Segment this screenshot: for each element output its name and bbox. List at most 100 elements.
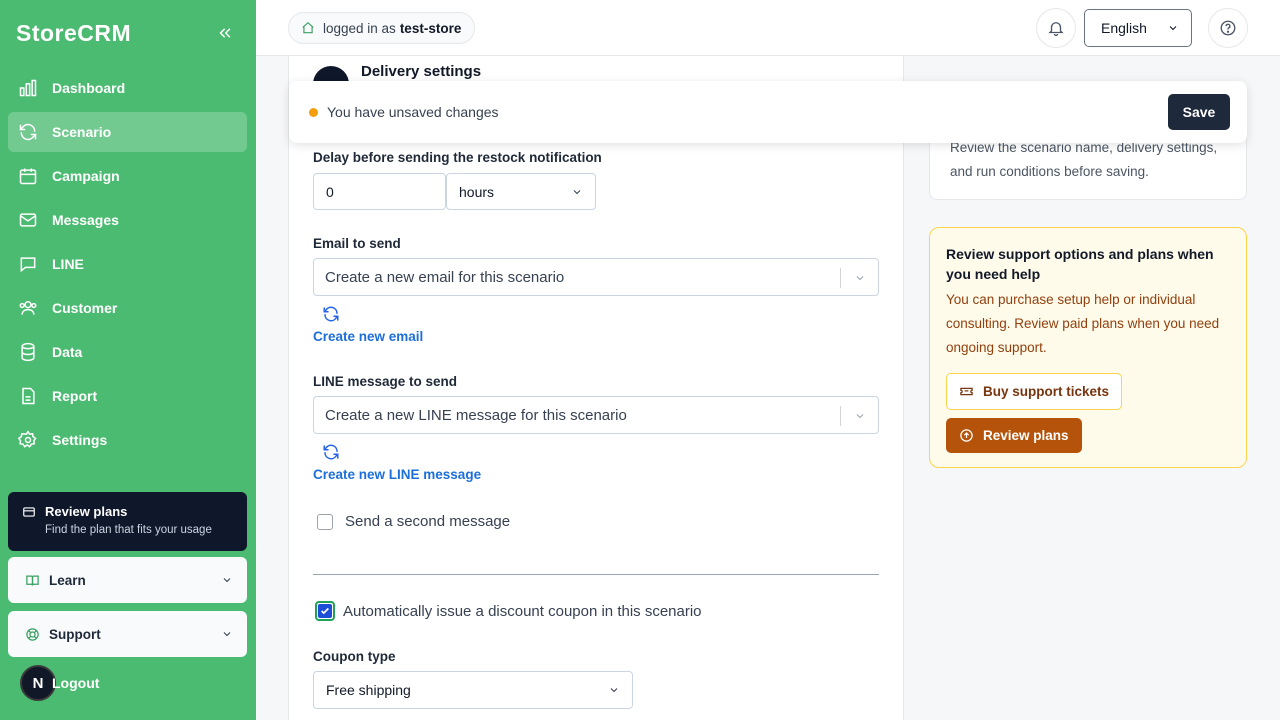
- sidebar-item-label: Data: [52, 344, 83, 360]
- collapse-sidebar-icon[interactable]: [216, 24, 234, 42]
- mail-icon: [19, 213, 37, 227]
- ticket-icon: [960, 387, 973, 396]
- chevron-down-icon: [856, 276, 864, 281]
- topbar: logged in as test-store English: [256, 0, 1280, 56]
- promo-subtitle: Find the plan that fits your usage: [45, 524, 212, 536]
- support-accordion[interactable]: Support: [8, 611, 247, 657]
- sidebar-item-campaign[interactable]: Campaign: [8, 156, 247, 196]
- chevron-down-icon: [223, 578, 231, 583]
- sidebar-item-customer[interactable]: Customer: [8, 288, 247, 328]
- line-select[interactable]: Create a new LINE message for this scena…: [313, 396, 879, 434]
- support-card: Review support options and plans when yo…: [929, 227, 1247, 468]
- delay-unit-value: hours: [459, 183, 495, 200]
- database-icon: [21, 342, 35, 362]
- delay-label: Delay before sending the restock notific…: [313, 150, 602, 165]
- lifebuoy-icon: [26, 627, 39, 641]
- sidebar-item-label: Campaign: [52, 168, 120, 184]
- sidebar-item-data[interactable]: Data: [8, 332, 247, 372]
- users-icon: [19, 301, 37, 315]
- chevron-down-icon: [573, 189, 581, 194]
- email-label: Email to send: [313, 236, 401, 251]
- logout-button[interactable]: N Logout: [20, 665, 99, 701]
- second-message-label: Send a second message: [345, 513, 511, 530]
- second-message-checkbox[interactable]: Send a second message: [317, 513, 510, 530]
- checkbox-box-checked[interactable]: [315, 601, 335, 621]
- unsaved-changes-bar: You have unsaved changes Save: [289, 81, 1247, 143]
- sidebar-item-messages[interactable]: Messages: [8, 200, 247, 240]
- store-indicator[interactable]: logged in as test-store: [288, 12, 476, 44]
- summary-text: Review the scenario name, delivery setti…: [950, 140, 1218, 179]
- save-button[interactable]: Save: [1168, 94, 1230, 130]
- coupon-type-select[interactable]: Free shipping: [313, 671, 633, 709]
- language-value: English: [1101, 20, 1147, 36]
- learn-label: Learn: [49, 572, 86, 588]
- create-line-link[interactable]: Create new LINE message: [313, 467, 481, 482]
- sidebar-item-label: Scenario: [52, 124, 112, 140]
- sidebar-item-label: Settings: [52, 432, 108, 448]
- book-icon: [26, 575, 39, 586]
- chevron-down-icon: [223, 632, 231, 637]
- chevron-down-icon: [610, 688, 618, 693]
- credit-card-icon: [23, 506, 35, 517]
- notifications-button[interactable]: [1036, 8, 1076, 48]
- line-select-value: Create a new LINE message for this scena…: [325, 406, 627, 424]
- gear-icon: [18, 430, 37, 448]
- chevron-down-icon: [856, 414, 864, 419]
- logout-label: Logout: [52, 675, 100, 691]
- support-card-title: Review support options and plans when yo…: [946, 246, 1214, 282]
- bar-chart-icon: [19, 79, 37, 97]
- sidebar-item-scenario[interactable]: Scenario: [8, 112, 247, 152]
- review-plans-promo[interactable]: Review plans Find the plan that fits you…: [8, 492, 247, 551]
- line-label: LINE message to send: [313, 374, 458, 389]
- sidebar-item-label: Messages: [52, 212, 119, 228]
- sidebar-item-label: Customer: [52, 300, 118, 316]
- sidebar-item-label: Report: [52, 388, 98, 404]
- help-button[interactable]: [1208, 8, 1248, 48]
- buy-tickets-label: Buy support tickets: [983, 384, 1110, 399]
- coupon-type-label: Coupon type: [313, 649, 396, 664]
- support-label: Support: [49, 626, 101, 642]
- sidebar-item-label: Dashboard: [52, 80, 126, 96]
- sidebar-item-label: LINE: [52, 256, 84, 272]
- review-plans-button[interactable]: Review plans: [946, 418, 1082, 453]
- status-dot: [309, 107, 318, 117]
- avatar: N: [20, 665, 56, 701]
- select-divider: [840, 268, 841, 288]
- refresh-email-icon[interactable]: [322, 305, 340, 323]
- check-icon: [321, 607, 329, 615]
- coupon-toggle-label: Automatically issue a discount coupon in…: [343, 602, 702, 620]
- support-card-body: You can purchase setup help or individua…: [946, 292, 1220, 355]
- sidebar-item-dashboard[interactable]: Dashboard: [8, 68, 247, 108]
- section-title: Delivery settings: [361, 63, 482, 80]
- section-divider: [313, 574, 879, 575]
- home-icon: [302, 21, 314, 34]
- delay-unit-select[interactable]: hours: [446, 173, 596, 210]
- refresh-line-icon[interactable]: [322, 443, 340, 461]
- sidebar-item-report[interactable]: Report: [8, 376, 247, 416]
- unsaved-message: You have unsaved changes: [327, 104, 499, 120]
- sidebar: StoreCRM Dashboard Scenario Campaign Mes…: [0, 0, 256, 720]
- checkbox-box[interactable]: [317, 513, 333, 530]
- sidebar-item-settings[interactable]: Settings: [8, 420, 247, 460]
- select-divider: [840, 406, 841, 426]
- coupon-type-value: Free shipping: [326, 682, 411, 698]
- bell-icon: [1048, 22, 1064, 37]
- app-logo[interactable]: StoreCRM: [16, 20, 131, 47]
- language-select[interactable]: English: [1084, 9, 1192, 47]
- delay-value: 0: [326, 183, 334, 200]
- question-icon: [1220, 20, 1236, 36]
- file-report-icon: [22, 387, 35, 405]
- arrow-up-circle-icon: [960, 429, 973, 442]
- sidebar-item-line[interactable]: LINE: [8, 244, 247, 284]
- logged-in-prefix: logged in as: [323, 20, 396, 36]
- sidebar-nav: Dashboard Scenario Campaign Messages LIN…: [8, 68, 247, 464]
- learn-accordion[interactable]: Learn: [8, 557, 247, 603]
- coupon-checkbox[interactable]: Automatically issue a discount coupon in…: [315, 601, 702, 621]
- buy-support-tickets-button[interactable]: Buy support tickets: [946, 373, 1123, 410]
- create-email-link[interactable]: Create new email: [313, 329, 423, 344]
- delay-input[interactable]: 0: [313, 173, 446, 210]
- chat-bubble-icon: [20, 257, 36, 273]
- promo-title: Review plans: [45, 504, 128, 519]
- email-select[interactable]: Create a new email for this scenario: [313, 258, 879, 296]
- email-select-value: Create a new email for this scenario: [325, 268, 565, 286]
